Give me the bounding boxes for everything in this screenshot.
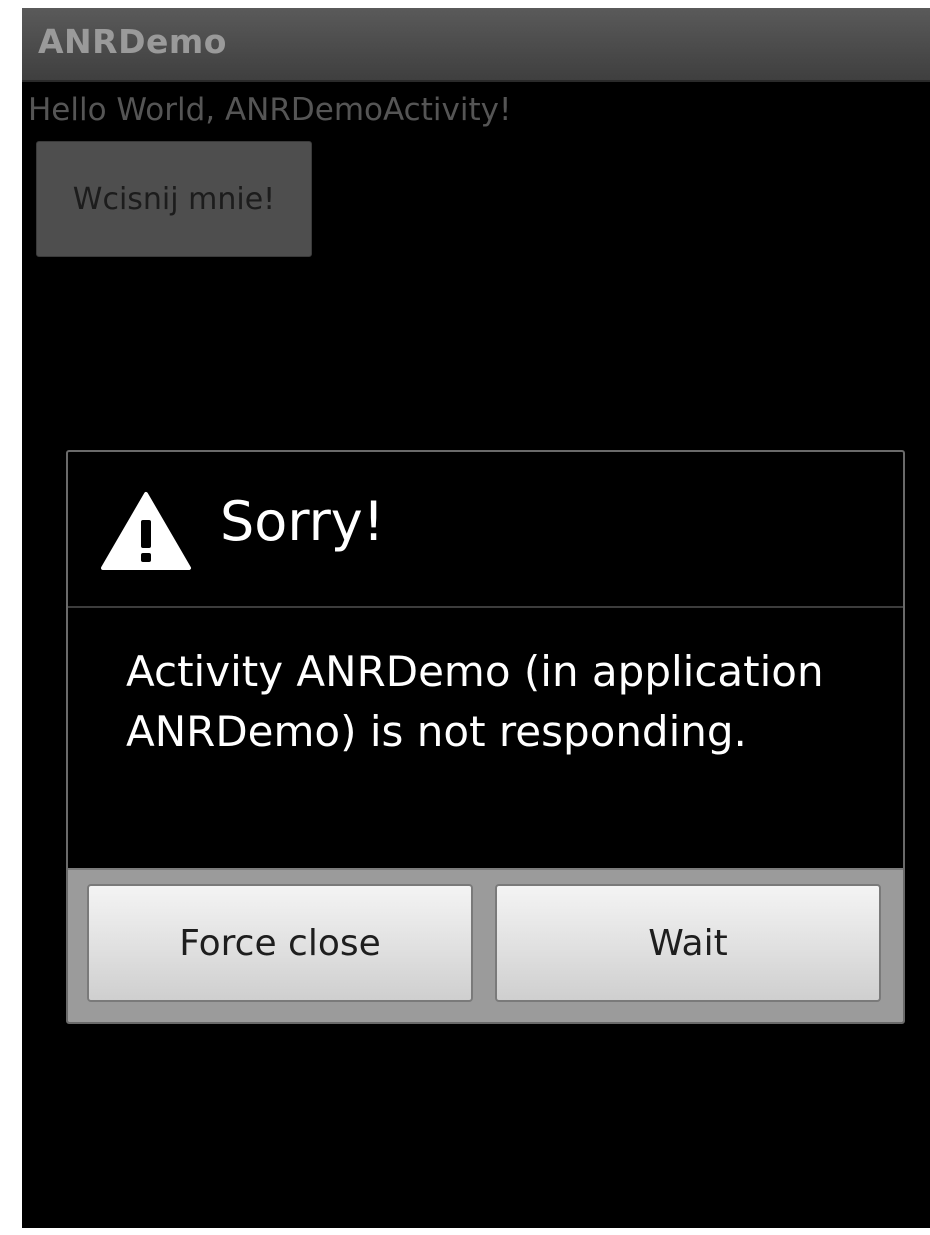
dialog-title: Sorry! [220,490,385,553]
app-title-bar: ANRDemo [22,8,930,82]
wait-button[interactable]: Wait [495,884,881,1002]
app-title: ANRDemo [38,22,227,61]
dialog-button-bar: Force close Wait [68,868,903,1022]
device-screen: ANRDemo Hello World, ANRDemoActivity! Wc… [22,8,930,1228]
dialog-header: Sorry! [68,452,903,608]
hello-world-text: Hello World, ANRDemoActivity! [28,92,512,128]
force-close-button[interactable]: Force close [87,884,473,1002]
warning-icon [101,492,191,570]
press-me-button[interactable]: Wcisnij mnie! [36,141,312,257]
dialog-message: Activity ANRDemo (in application ANRDemo… [126,647,824,756]
anr-dialog: Sorry! Activity ANRDemo (in application … [66,450,905,1024]
